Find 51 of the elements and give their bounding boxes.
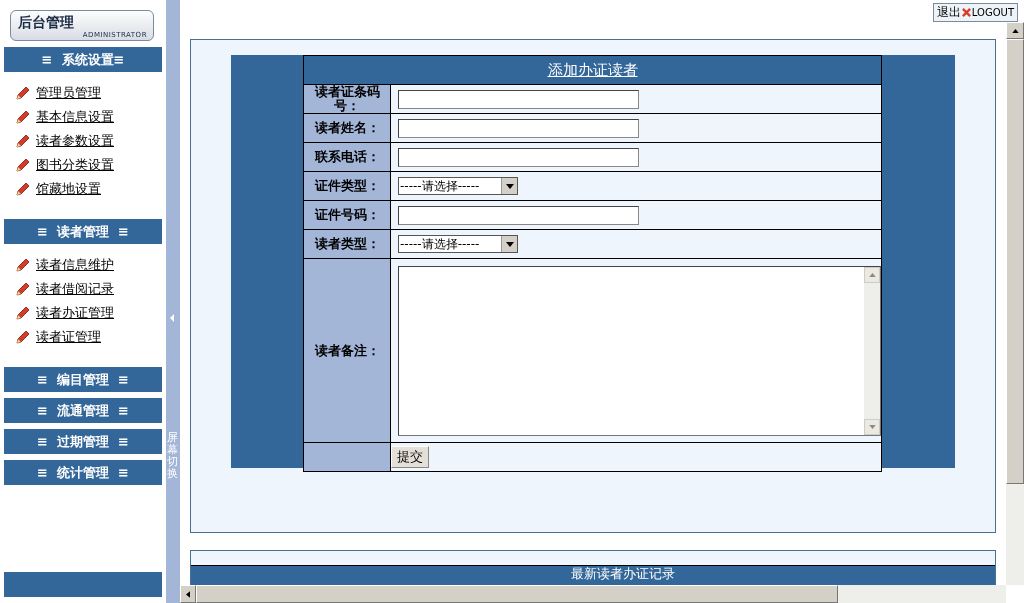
menu-section-header[interactable]: ≡ 统计管理 ≡ xyxy=(4,460,162,485)
pencil-icon xyxy=(16,306,30,320)
menu-section-header[interactable]: ≡ 流通管理 ≡ xyxy=(4,398,162,423)
toggle-label: 屏幕切换 xyxy=(167,432,179,481)
pencil-icon xyxy=(16,330,30,344)
input-field[interactable] xyxy=(398,205,639,225)
scroll-up-icon[interactable] xyxy=(1011,28,1019,33)
menu-link[interactable]: 读者参数设置 xyxy=(36,132,114,150)
select-dropdown[interactable]: -----请选择----- xyxy=(398,235,518,253)
scroll-left-icon[interactable] xyxy=(186,590,190,598)
input-field[interactable] xyxy=(398,118,639,138)
pencil-icon xyxy=(16,158,30,172)
input-field[interactable] xyxy=(398,89,639,109)
menu-link[interactable]: 图书分类设置 xyxy=(36,156,114,174)
field-label: 证件类型： xyxy=(303,171,391,201)
pencil-icon xyxy=(16,86,30,100)
field-label: 读者类型： xyxy=(303,229,391,259)
pencil-icon xyxy=(16,258,30,272)
input-field[interactable] xyxy=(398,147,639,167)
pencil-icon xyxy=(16,282,30,296)
pencil-icon xyxy=(16,110,30,124)
pencil-icon xyxy=(16,134,30,148)
horizontal-scrollbar[interactable] xyxy=(180,585,1006,603)
menu-section-header[interactable]: ≡ 过期管理 ≡ xyxy=(4,429,162,454)
logout-button[interactable]: 退出 LOGOUT xyxy=(932,3,1018,22)
field-label: 读者备注： xyxy=(303,258,391,443)
submit-button[interactable]: 提交 xyxy=(391,446,429,468)
form-title: 添加办证读者 xyxy=(303,55,882,85)
vertical-scrollbar[interactable] xyxy=(1006,22,1024,585)
scroll-down-icon[interactable] xyxy=(868,424,876,429)
menu-link[interactable]: 馆藏地设置 xyxy=(36,180,101,198)
field-label: 联系电话： xyxy=(303,142,391,172)
recent-records-header: 最新读者办证记录 xyxy=(191,565,995,585)
close-icon xyxy=(961,8,971,17)
field-label: 读者证条码号： xyxy=(303,84,391,114)
menu-link[interactable]: 读者借阅记录 xyxy=(36,280,114,298)
logo-title: 后台管理 xyxy=(18,14,74,32)
menu-section-header[interactable]: ≡ 编目管理 ≡ xyxy=(4,367,162,392)
dropdown-arrow-icon xyxy=(505,241,514,247)
select-dropdown[interactable]: -----请选择----- xyxy=(398,177,518,195)
menu-link[interactable]: 管理员管理 xyxy=(36,84,101,102)
menu-link[interactable]: 读者办证管理 xyxy=(36,304,114,322)
menu-link[interactable]: 读者证管理 xyxy=(36,328,101,346)
menu-section-header[interactable]: ≡ 读者管理 ≡ xyxy=(4,219,162,244)
pencil-icon xyxy=(16,182,30,196)
menu-link[interactable]: 读者信息维护 xyxy=(36,256,114,274)
menu-section-header[interactable]: ≡ 系统设置≡ xyxy=(4,47,162,72)
dropdown-arrow-icon xyxy=(505,183,514,189)
field-label: 证件号码： xyxy=(303,200,391,230)
menu-link[interactable]: 基本信息设置 xyxy=(36,108,114,126)
field-label: 读者姓名： xyxy=(303,113,391,143)
